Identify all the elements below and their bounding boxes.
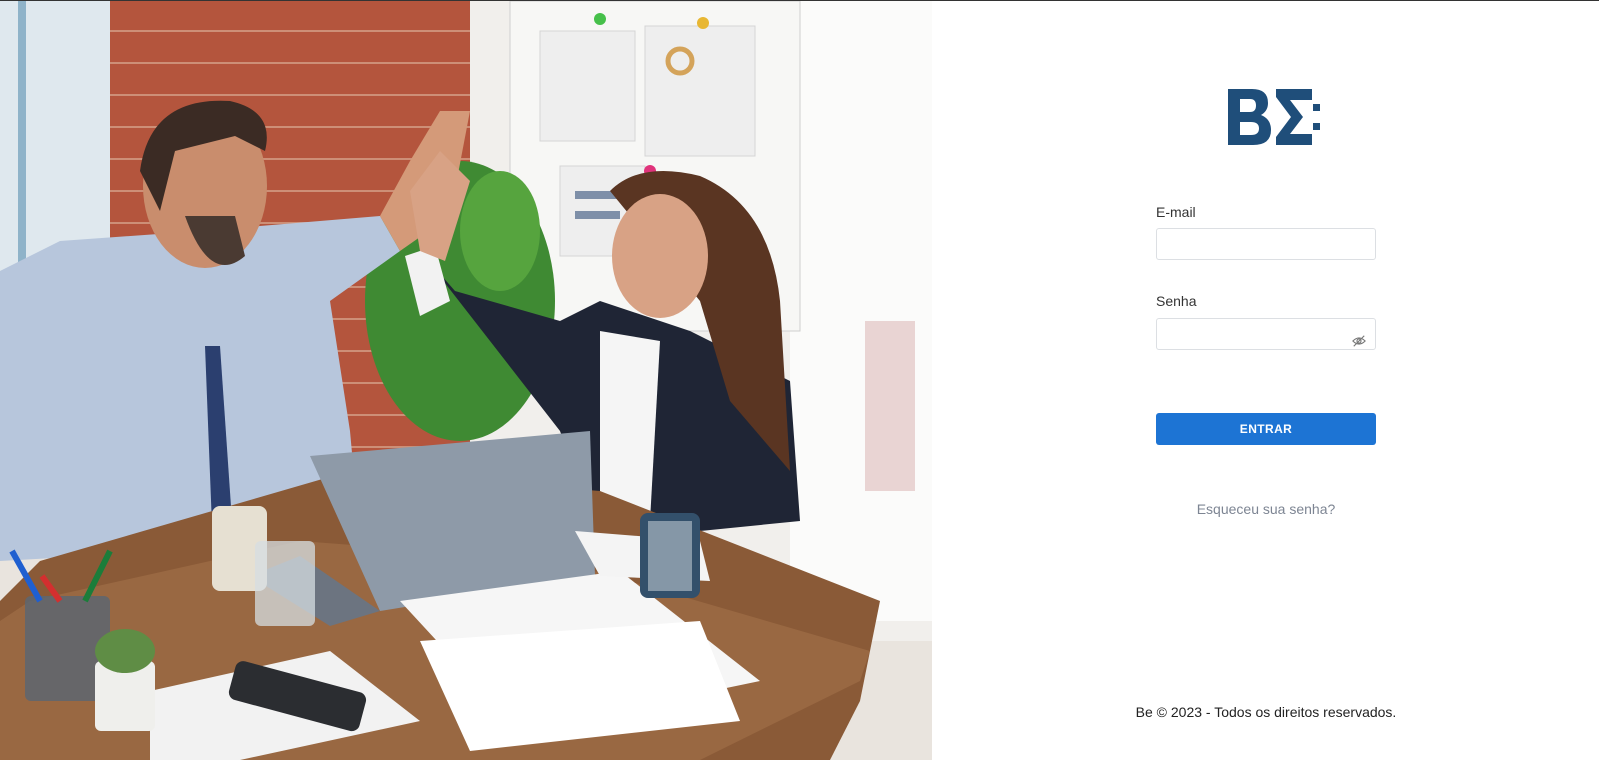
brand-logo — [1228, 89, 1320, 145]
password-label: Senha — [1156, 293, 1197, 309]
email-field[interactable] — [1156, 228, 1376, 260]
email-label: E-mail — [1156, 204, 1196, 220]
footer-copyright: Be © 2023 - Todos os direitos reservados… — [1135, 704, 1397, 720]
forgot-password-link[interactable]: Esqueceu sua senha? — [1156, 501, 1376, 517]
password-field[interactable] — [1156, 318, 1376, 350]
hero-photo — [0, 1, 932, 760]
login-panel: E-mail Senha ENTRAR Esqueceu sua senha? … — [932, 1, 1599, 760]
submit-button[interactable]: ENTRAR — [1156, 413, 1376, 445]
eye-slash-icon[interactable] — [1352, 334, 1366, 348]
